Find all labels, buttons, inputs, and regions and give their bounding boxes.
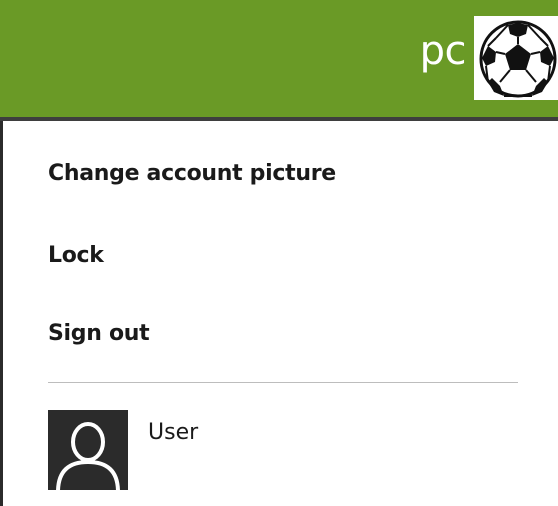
menu-divider bbox=[48, 382, 518, 383]
soccer-ball-icon[interactable] bbox=[474, 16, 558, 100]
change-account-picture-menu-item[interactable]: Change account picture bbox=[48, 159, 336, 189]
panel-left-border bbox=[0, 121, 3, 506]
default-user-icon bbox=[48, 410, 128, 490]
user-name: User bbox=[148, 420, 199, 445]
lock-menu-item[interactable]: Lock bbox=[48, 241, 104, 271]
default-user-graphic bbox=[48, 410, 128, 490]
account-header: pc bbox=[0, 0, 558, 117]
sign-out-menu-item[interactable]: Sign out bbox=[48, 319, 150, 349]
soccer-ball-graphic bbox=[474, 16, 558, 100]
account-name: pc bbox=[419, 28, 467, 74]
switch-user-item[interactable]: User bbox=[48, 410, 348, 490]
